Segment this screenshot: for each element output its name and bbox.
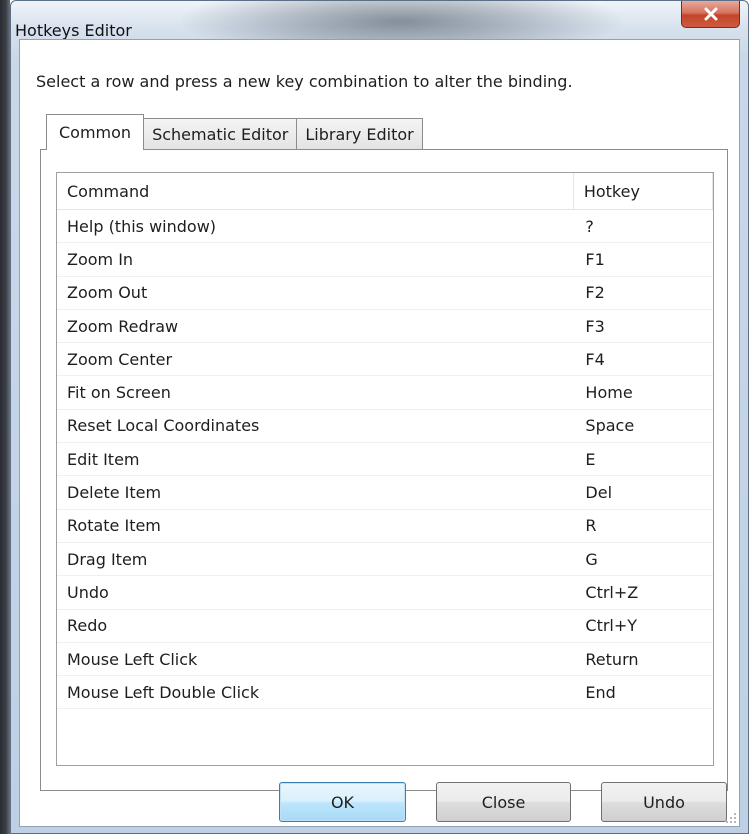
table-row[interactable]: Mouse Left Double Click End xyxy=(57,676,713,710)
hotkey-cell: Ctrl+Z xyxy=(585,582,639,602)
command-cell: Zoom In xyxy=(67,249,134,269)
table-row[interactable]: Reset Local Coordinates Space xyxy=(57,410,713,444)
desktop-background-edge xyxy=(0,0,10,834)
table-row[interactable]: Fit on Screen Home xyxy=(57,376,713,410)
command-cell: Mouse Left Click xyxy=(67,649,198,669)
hotkey-cell: Home xyxy=(585,383,633,403)
close-icon xyxy=(704,7,717,21)
command-cell: Rotate Item xyxy=(67,516,161,536)
close-button[interactable]: Close xyxy=(436,782,571,822)
command-cell: Redo xyxy=(67,616,108,636)
command-cell: Delete Item xyxy=(67,483,162,503)
table-row[interactable]: Mouse Left Click Return xyxy=(57,643,713,677)
hotkey-cell: Ctrl+Y xyxy=(585,616,638,636)
hotkey-cell: ? xyxy=(585,216,594,236)
hotkey-cell: R xyxy=(585,516,597,536)
list-rows: Help (this window)? Zoom In F1 Zoom Out F2 Zo… xyxy=(57,210,713,710)
command-cell: Fit on Screen xyxy=(67,383,171,403)
column-header-hotkey[interactable]: Hotkey xyxy=(574,173,713,209)
list-header: Command Hotkey xyxy=(57,173,713,210)
tab-library-editor[interactable]: Library Editor xyxy=(296,118,423,150)
hotkey-cell: F1 xyxy=(585,249,605,269)
tab-schematic-editor[interactable]: Schematic Editor xyxy=(143,118,298,150)
hotkey-list[interactable]: Command Hotkey Help (this window)? Zoom I… xyxy=(56,172,714,766)
command-cell: Drag Item xyxy=(67,549,148,569)
column-header-command[interactable]: Command xyxy=(57,173,574,209)
table-row[interactable]: Help (this window)? xyxy=(57,210,713,244)
tab-panel-common: Command Hotkey Help (this window)? Zoom I… xyxy=(40,149,728,791)
hotkey-cell: Return xyxy=(585,649,639,669)
window-title: Hotkeys Editor xyxy=(15,21,132,40)
command-cell: Edit Item xyxy=(67,449,140,469)
table-row[interactable]: Zoom Out F2 xyxy=(57,277,713,310)
hotkey-cell: F2 xyxy=(585,283,605,303)
hotkey-cell: G xyxy=(585,549,598,569)
table-row[interactable]: Zoom Redraw F3 xyxy=(57,310,713,344)
hotkey-cell: F3 xyxy=(585,316,605,336)
hotkey-cell: Del xyxy=(585,483,613,503)
command-cell: Zoom Out xyxy=(67,283,148,303)
table-row[interactable]: Edit Item E xyxy=(57,443,713,477)
command-cell: Reset Local Coordinates xyxy=(67,416,260,436)
window-close-button[interactable] xyxy=(681,1,740,28)
tab-common[interactable]: Common xyxy=(46,114,145,150)
hotkey-cell: Space xyxy=(585,416,635,436)
table-row[interactable]: Zoom In F1 xyxy=(57,243,713,277)
instruction-text: Select a row and press a new key combina… xyxy=(36,72,573,91)
resize-grip-icon[interactable] xyxy=(725,812,737,824)
ok-button[interactable]: OK xyxy=(279,782,406,822)
command-cell: Zoom Center xyxy=(67,349,173,369)
command-cell: Mouse Left Double Click xyxy=(67,682,260,702)
editor-tabs: Common Schematic Editor Library Editor xyxy=(46,114,423,150)
hotkey-cell: End xyxy=(585,682,616,702)
hotkey-cell: E xyxy=(585,449,596,469)
table-row[interactable]: Drag Item G xyxy=(57,543,713,577)
undo-button[interactable]: Undo xyxy=(601,782,727,822)
table-row[interactable]: Redo Ctrl+Y xyxy=(57,610,713,643)
hotkey-cell: F4 xyxy=(585,349,605,369)
command-cell: Zoom Redraw xyxy=(67,316,179,336)
table-row[interactable]: Undo Ctrl+Z xyxy=(57,576,713,610)
table-row[interactable]: Delete Item Del xyxy=(57,476,713,510)
table-row[interactable]: Rotate Item R xyxy=(57,510,713,543)
command-cell: Help (this window) xyxy=(67,216,217,236)
dialog-client-area: Select a row and press a new key combina… xyxy=(19,39,740,827)
table-row[interactable]: Zoom Center F4 xyxy=(57,343,713,377)
command-cell: Undo xyxy=(67,582,109,602)
hotkeys-editor-window: Hotkeys Editor Select a row and press a … xyxy=(10,0,749,834)
